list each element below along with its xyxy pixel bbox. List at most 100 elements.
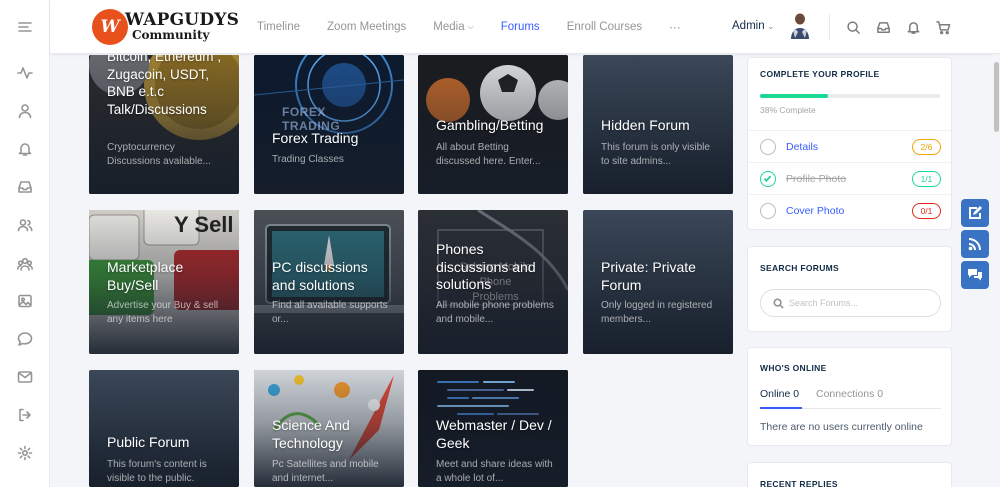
forum-title[interactable]: Hidden Forum <box>601 117 723 135</box>
search-forums-widget: SEARCH FORUMS <box>747 246 952 332</box>
forum-card[interactable]: Hidden Forum This forum is only visible … <box>583 55 733 194</box>
widget-title: RECENT REPLIES <box>760 479 838 487</box>
page-scrollbar-thumb[interactable] <box>994 62 999 132</box>
profile-item-count: 2/6 <box>912 139 941 155</box>
forum-description: This forum's content is visible to the p… <box>107 459 207 484</box>
user-name[interactable]: Admin <box>732 20 765 32</box>
inbox-icon[interactable] <box>13 175 37 199</box>
header-divider <box>829 14 830 40</box>
forum-card[interactable]: Bitcoin, Ethereum , Zugacoin, USDT, BNB … <box>89 55 239 194</box>
left-sidebar <box>0 0 50 487</box>
profile-item-label[interactable]: Details <box>786 141 818 153</box>
groups-icon[interactable] <box>13 252 37 276</box>
profile-item-label[interactable]: Profile Photo <box>786 173 846 185</box>
forum-card[interactable]: Gambling/Betting All about Betting discu… <box>418 55 568 194</box>
forum-description: Meet and share ideas with a whole lot of… <box>436 459 553 484</box>
profile-icon[interactable] <box>13 99 37 123</box>
search-forums-input[interactable] <box>789 296 929 310</box>
complete-profile-widget: COMPLETE YOUR PROFILE 38% Complete Detai… <box>747 57 953 230</box>
profile-progress-bar <box>760 94 940 98</box>
unchecked-circle-icon <box>760 139 776 155</box>
email-icon[interactable] <box>13 365 37 389</box>
forum-description: All mobile phone problems and mobile... <box>436 300 554 325</box>
profile-item-cover-photo[interactable]: Cover Photo 0/1 <box>748 194 953 226</box>
search-forums-box[interactable] <box>760 289 941 317</box>
menu-icon[interactable] <box>13 15 37 39</box>
avatar[interactable] <box>788 12 812 40</box>
forum-description: Only logged in registered members... <box>601 300 713 325</box>
forum-card[interactable]: Webmaster / Dev / Geek Meet and share id… <box>418 370 568 487</box>
logout-icon[interactable] <box>13 403 37 427</box>
activity-icon[interactable] <box>13 61 37 85</box>
forum-image-text: Y Sell <box>174 212 234 237</box>
notifications-icon[interactable] <box>13 137 37 161</box>
nav-zoom-meetings[interactable]: Zoom Meetings <box>327 21 406 33</box>
site-logo[interactable]: W WAPGUDYS Community <box>92 9 239 45</box>
forum-card[interactable]: Public Forum This forum's content is vis… <box>89 370 239 487</box>
forum-description: Trading Classes <box>272 154 344 165</box>
unchecked-circle-icon <box>760 203 776 219</box>
online-empty-message: There are no users currently online <box>760 421 923 433</box>
forum-card[interactable]: Solving Mobile Phone Problems Phones dis… <box>418 210 568 354</box>
forum-title[interactable]: Private: Private Forum <box>601 259 723 294</box>
search-icon <box>773 298 784 309</box>
nav-timeline[interactable]: Timeline <box>257 21 300 33</box>
logo-mark: W <box>92 9 128 45</box>
nav-forums[interactable]: Forums <box>501 21 540 33</box>
photos-icon[interactable] <box>13 289 37 313</box>
forums-icon[interactable] <box>13 327 37 351</box>
cart-icon[interactable] <box>934 18 952 36</box>
chevron-down-icon: ⌵ <box>467 22 474 31</box>
forum-title[interactable]: Science And Technology <box>272 417 394 452</box>
chat-icon[interactable] <box>961 261 989 289</box>
site-tagline: Community <box>132 28 210 42</box>
forum-description: This forum is only visible to site admin… <box>601 142 710 167</box>
search-icon[interactable] <box>844 18 862 36</box>
inbox-icon[interactable] <box>874 18 892 36</box>
edit-icon[interactable] <box>961 199 989 227</box>
profile-item-count: 0/1 <box>912 203 941 219</box>
forum-card[interactable]: PC discussions and solutions Find all av… <box>254 210 404 354</box>
forum-card[interactable]: Private: Private Forum Only logged in re… <box>583 210 733 354</box>
top-header: W WAPGUDYS Community Timeline Zoom Meeti… <box>50 0 1000 54</box>
profile-progress-label: 38% Complete <box>760 105 816 115</box>
profile-item-profile-photo[interactable]: Profile Photo 1/1 <box>748 162 953 194</box>
settings-icon[interactable] <box>13 441 37 465</box>
profile-progress-fill <box>760 94 829 98</box>
nav-more[interactable]: ⋯ <box>669 20 681 34</box>
forum-card[interactable]: FOREX TRADING Forex Trading Trading Clas… <box>254 55 404 194</box>
widget-title: COMPLETE YOUR PROFILE <box>760 69 880 79</box>
widget-title: SEARCH FORUMS <box>760 263 839 273</box>
forum-title[interactable]: Webmaster / Dev / Geek <box>436 417 558 452</box>
forum-title[interactable]: PC discussions and solutions <box>272 259 394 294</box>
forum-title[interactable]: Phones discussions and solutions <box>436 241 558 294</box>
forum-description: Find all available supports or... <box>272 300 388 325</box>
forum-image-text: FOREX TRADING <box>282 105 341 133</box>
nav-media-label: Media <box>433 21 465 33</box>
profile-item-label[interactable]: Cover Photo <box>786 205 844 217</box>
forum-description: Pc Satellites and mobile and internet... <box>272 459 379 484</box>
forum-description: Advertise your Buy & sell any items here <box>107 300 219 325</box>
feed-icon[interactable] <box>961 230 989 258</box>
forum-title[interactable]: Marketplace Buy/Sell <box>107 259 229 294</box>
bell-icon[interactable] <box>904 18 922 36</box>
nav-media[interactable]: Media ⌵ <box>433 21 473 33</box>
forum-description: All about Betting discussed here. Enter.… <box>436 142 541 167</box>
profile-item-count: 1/1 <box>912 171 941 187</box>
recent-replies-widget: RECENT REPLIES <box>747 462 952 487</box>
forum-title[interactable]: Forex Trading <box>272 130 394 148</box>
chevron-down-icon[interactable]: ⌄ <box>767 21 775 32</box>
profile-item-details[interactable]: Details 2/6 <box>748 130 953 162</box>
tab-online[interactable]: Online 0 <box>760 388 799 400</box>
whos-online-widget: WHO'S ONLINE Online 0 Connections 0 Ther… <box>747 347 952 446</box>
nav-enroll-courses[interactable]: Enroll Courses <box>567 21 642 33</box>
forum-card[interactable]: Y Sell Marketplace Buy/Sell Advertise yo… <box>89 210 239 354</box>
forum-description: Cryptocurrency Discussions available... <box>107 142 211 167</box>
friends-icon[interactable] <box>13 213 37 237</box>
forum-title[interactable]: Public Forum <box>107 434 229 452</box>
forum-card[interactable]: Science And Technology Pc Satellites and… <box>254 370 404 487</box>
tab-active-indicator <box>760 407 802 409</box>
forum-title[interactable]: Gambling/Betting <box>436 117 558 135</box>
tab-connections[interactable]: Connections 0 <box>816 388 883 400</box>
forum-title[interactable]: Bitcoin, Ethereum , Zugacoin, USDT, BNB … <box>107 55 229 118</box>
